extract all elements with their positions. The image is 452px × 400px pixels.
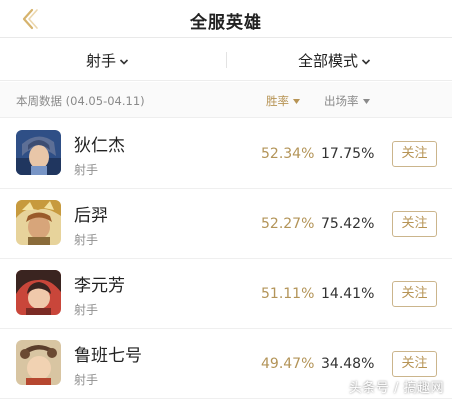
hero-role: 射手 — [74, 303, 99, 317]
pick-rate: 17.75% — [321, 146, 375, 162]
sort-by-win-rate[interactable]: 胜率 — [266, 93, 300, 109]
watermark-text: 头条号 / 搞趣网 — [348, 381, 444, 396]
stats-subheader: 本周数据 (04.05-04.11) 胜率 出场率 — [0, 82, 452, 118]
hero-avatar-houyi — [16, 200, 61, 245]
role-filter-label: 射手 — [86, 52, 117, 70]
filter-bar: 射手 全部模式 — [0, 39, 452, 81]
pick-rate: 75.42% — [321, 216, 375, 232]
page-title: 全服英雄 — [190, 13, 262, 33]
hero-role: 射手 — [74, 373, 99, 387]
follow-button[interactable]: 关注 — [392, 211, 437, 237]
hero-name: 狄仁杰 — [74, 136, 125, 156]
follow-button[interactable]: 关注 — [392, 281, 437, 307]
hero-row[interactable]: 狄仁杰 射手 52.34% 17.75% 关注 — [0, 119, 452, 189]
hero-avatar-liyuanfang — [16, 270, 61, 315]
hero-row[interactable]: 后羿 射手 52.27% 75.42% 关注 — [0, 189, 452, 259]
mode-filter-label: 全部模式 — [298, 52, 359, 70]
hero-role: 射手 — [74, 163, 99, 177]
hero-role: 射手 — [74, 233, 99, 247]
win-rate: 51.11% — [261, 286, 315, 302]
week-range-label: 本周数据 (04.05-04.11) — [16, 94, 145, 108]
win-rate: 49.47% — [261, 356, 315, 372]
sort-rate-label: 出场率 — [324, 94, 359, 108]
sort-by-pick-rate[interactable]: 出场率 — [324, 93, 370, 109]
follow-button[interactable]: 关注 — [392, 351, 437, 377]
win-rate: 52.34% — [261, 146, 315, 162]
hero-name: 鲁班七号 — [74, 346, 142, 366]
sort-down-icon — [293, 98, 300, 104]
sort-win-label: 胜率 — [266, 94, 289, 108]
role-filter-dropdown[interactable]: 射手 — [86, 50, 129, 71]
top-bar: 全服英雄 — [0, 0, 452, 38]
hero-row[interactable]: 李元芳 射手 51.11% 14.41% 关注 — [0, 259, 452, 329]
filter-divider — [226, 52, 227, 68]
pick-rate: 14.41% — [321, 286, 375, 302]
win-rate: 52.27% — [261, 216, 315, 232]
hero-avatar-luban — [16, 340, 61, 385]
hero-name: 李元芳 — [74, 276, 125, 296]
chevron-down-icon — [361, 58, 371, 65]
follow-button[interactable]: 关注 — [392, 141, 437, 167]
pick-rate: 34.48% — [321, 356, 375, 372]
mode-filter-dropdown[interactable]: 全部模式 — [298, 50, 371, 71]
hero-name: 后羿 — [74, 206, 108, 226]
hero-avatar-direnjie — [16, 130, 61, 175]
sort-down-icon — [362, 98, 370, 104]
chevron-down-icon — [119, 58, 129, 65]
